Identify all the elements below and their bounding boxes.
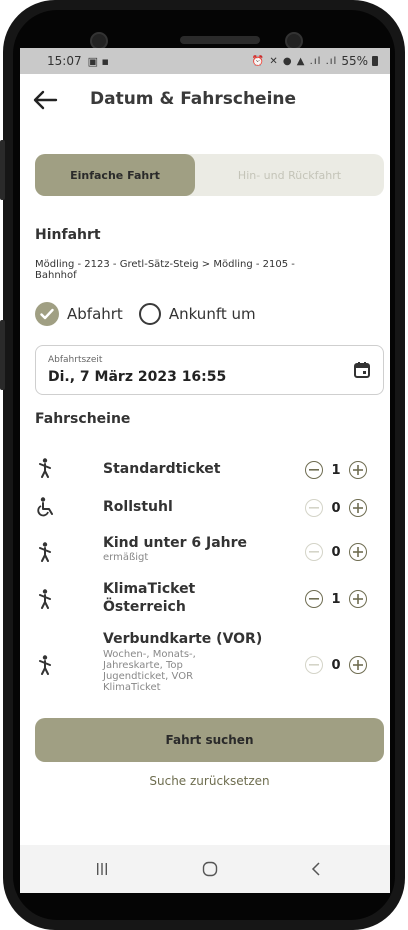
- pedestrian-icon: [37, 542, 53, 566]
- ticket-subtitle: ermäßigt: [103, 552, 149, 563]
- ticket-name: Kind unter 6 Jahre: [103, 535, 248, 551]
- status-system-icons: ⏰ ✕ ● ▲ .ıl .ıl: [251, 55, 338, 67]
- quantity-stepper: 0: [305, 496, 385, 520]
- ticket-count: 0: [331, 657, 341, 673]
- arrival-radio[interactable]: [138, 303, 161, 325]
- recent-apps-icon[interactable]: [90, 857, 114, 881]
- pedestrian-icon: [37, 655, 53, 679]
- ticket-row-verbundkarte: Verbundkarte (VOR) Wochen-, Monats-, Jah…: [35, 630, 384, 698]
- minus-circle-icon[interactable]: [305, 461, 323, 479]
- departure-label: Abfahrt: [67, 305, 123, 323]
- app-screen: 15:07 ▣ ▪ ⏰ ✕ ● ▲ .ıl .ıl 55% Datum & Fa…: [20, 48, 390, 893]
- system-navigation-bar: [20, 845, 390, 893]
- route-description: Mödling - 2123 - Gretl-Sätz-Steig > Mödl…: [35, 259, 295, 281]
- pedestrian-icon: [37, 589, 53, 613]
- departure-time-value: Di., 7 März 2023 16:55: [48, 369, 227, 385]
- quantity-stepper: 0: [305, 653, 385, 677]
- departure-time-field[interactable]: Abfahrtszeit Di., 7 März 2023 16:55: [35, 345, 384, 395]
- status-notification-icons: ▣ ▪: [87, 54, 109, 68]
- ticket-subtitle: Wochen-, Monats-, Jahreskarte, Top Jugen…: [103, 649, 196, 693]
- quantity-stepper: 1: [305, 458, 385, 482]
- plus-circle-icon[interactable]: [349, 656, 367, 674]
- tickets-heading: Fahrscheine: [35, 411, 131, 427]
- check-icon: [40, 308, 54, 320]
- status-bar: 15:07 ▣ ▪ ⏰ ✕ ● ▲ .ıl .ıl 55%: [20, 48, 390, 74]
- quantity-stepper: 1: [305, 587, 385, 611]
- calendar-icon[interactable]: [353, 361, 371, 383]
- arrival-label: Ankunft um: [168, 305, 256, 323]
- ticket-name: KlimaTicket Österreich: [103, 581, 196, 615]
- plus-circle-icon[interactable]: [349, 543, 367, 561]
- search-trip-button[interactable]: Fahrt suchen: [35, 718, 384, 762]
- plus-circle-icon[interactable]: [349, 461, 367, 479]
- minus-circle-icon[interactable]: [305, 656, 323, 674]
- status-battery: 55%: [341, 54, 368, 68]
- status-time: 15:07: [47, 54, 82, 68]
- back-arrow-icon[interactable]: [30, 86, 60, 114]
- ticket-name: Rollstuhl: [103, 499, 173, 515]
- quantity-stepper: 0: [305, 540, 385, 564]
- power-button: [0, 320, 5, 390]
- speaker-grille: [180, 36, 260, 44]
- ticket-row-wheelchair: Rollstuhl 0: [35, 496, 384, 520]
- reset-search-link[interactable]: Suche zurücksetzen: [20, 774, 390, 788]
- departure-radio[interactable]: [35, 302, 59, 326]
- time-mode-radio-group: Abfahrt Ankunft um: [35, 301, 256, 327]
- app-header: Datum & Fahrscheine: [20, 78, 390, 122]
- ticket-count: 0: [331, 500, 341, 516]
- wheelchair-icon: [37, 497, 55, 521]
- ticket-count: 1: [331, 591, 341, 607]
- plus-circle-icon[interactable]: [349, 590, 367, 608]
- ticket-row-standard: Standardticket 1: [35, 458, 384, 482]
- ticket-count: 0: [331, 544, 341, 560]
- minus-circle-icon[interactable]: [305, 499, 323, 517]
- ticket-row-child: Kind unter 6 Jahre ermäßigt 0: [35, 534, 384, 570]
- tab-round-trip[interactable]: Hin- und Rückfahrt: [195, 154, 384, 196]
- ticket-row-klimaticket: KlimaTicket Österreich 1: [35, 580, 384, 618]
- departure-time-label: Abfahrtszeit: [48, 355, 103, 365]
- battery-icon: [372, 56, 378, 66]
- volume-button: [0, 140, 5, 200]
- pedestrian-icon: [37, 458, 53, 482]
- minus-circle-icon[interactable]: [305, 543, 323, 561]
- outbound-heading: Hinfahrt: [35, 227, 101, 243]
- plus-circle-icon[interactable]: [349, 499, 367, 517]
- minus-circle-icon[interactable]: [305, 590, 323, 608]
- trip-type-segmented-control: Einfache Fahrt Hin- und Rückfahrt: [35, 154, 384, 196]
- phone-top-hardware: [20, 10, 390, 50]
- ticket-count: 1: [331, 462, 341, 478]
- ticket-name: Standardticket: [103, 461, 221, 477]
- tab-one-way[interactable]: Einfache Fahrt: [35, 154, 195, 196]
- system-back-icon[interactable]: [304, 857, 328, 881]
- home-icon[interactable]: [198, 857, 222, 881]
- page-title: Datum & Fahrscheine: [90, 89, 297, 109]
- ticket-name: Verbundkarte (VOR): [103, 631, 263, 647]
